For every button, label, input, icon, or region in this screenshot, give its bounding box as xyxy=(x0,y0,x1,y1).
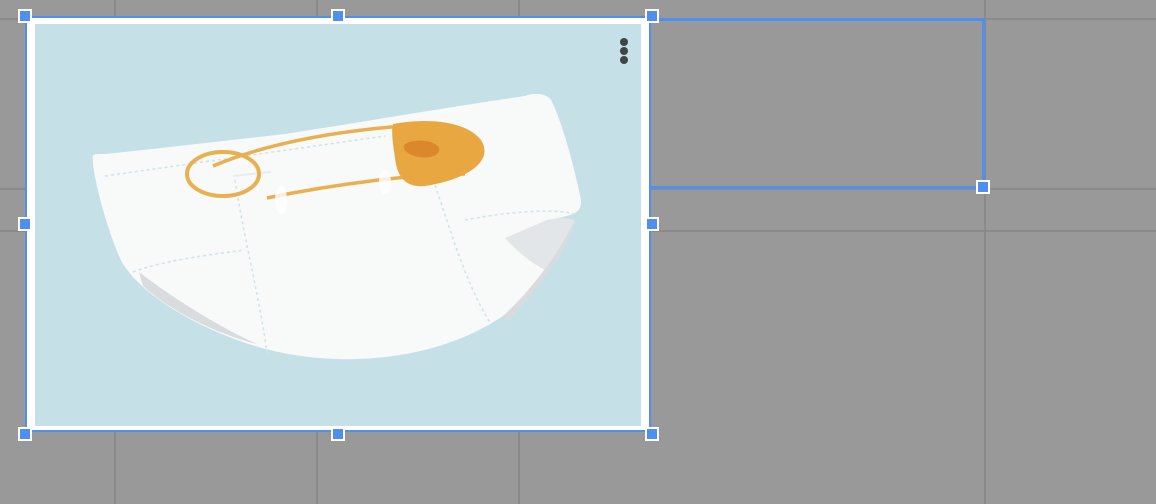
resize-handle-left[interactable] xyxy=(18,217,32,231)
resize-handle-top-left[interactable] xyxy=(18,9,32,23)
resize-handle-bottom[interactable] xyxy=(331,427,345,441)
selected-image-element[interactable] xyxy=(25,16,651,432)
resize-handle-bottom-right[interactable] xyxy=(645,427,659,441)
resize-handle-top[interactable] xyxy=(331,9,345,23)
secondary-resize-handle[interactable] xyxy=(976,180,990,194)
diaper-illustration xyxy=(92,93,582,360)
secondary-selection-outline[interactable] xyxy=(651,18,985,189)
menu-dot xyxy=(620,47,628,55)
menu-dot xyxy=(620,56,628,64)
resize-handle-right[interactable] xyxy=(645,217,659,231)
diaper-image xyxy=(35,24,641,426)
menu-dot xyxy=(620,38,628,46)
resize-handle-top-right[interactable] xyxy=(645,9,659,23)
kebab-menu-icon[interactable] xyxy=(617,34,631,68)
resize-handle-bottom-left[interactable] xyxy=(18,427,32,441)
